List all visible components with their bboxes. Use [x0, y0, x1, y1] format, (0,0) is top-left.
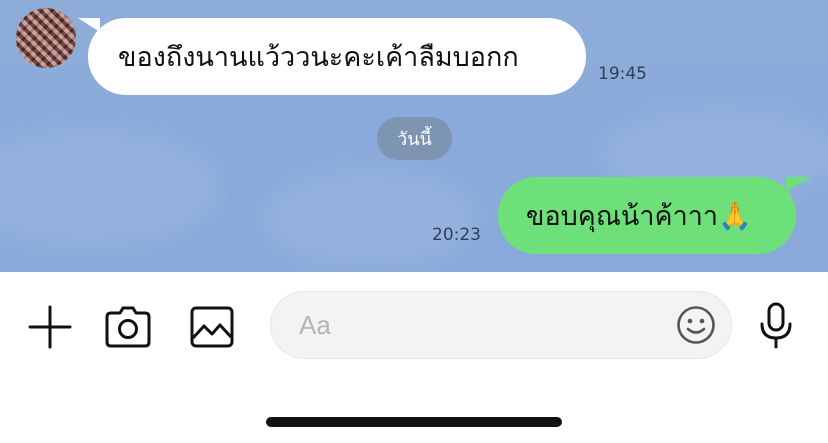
voice-button[interactable] [756, 301, 796, 351]
chat-area[interactable]: ของถึงนานแว้ววนะคะเค้าลืมบอกก 19:45 วันน… [0, 0, 828, 272]
incoming-message-time: 19:45 [598, 64, 647, 84]
home-indicator[interactable] [266, 417, 562, 427]
date-separator: วันนี้ [377, 117, 452, 160]
camera-icon [105, 306, 151, 348]
emoji-button[interactable] [676, 305, 716, 345]
image-icon [190, 306, 234, 348]
add-button[interactable] [26, 303, 74, 351]
message-input[interactable] [299, 292, 679, 358]
plus-icon [28, 305, 72, 349]
outgoing-message-text: ขอบคุณน้าค้าาา🙏 [526, 201, 752, 232]
cloud-decoration [260, 170, 480, 270]
smiley-icon [677, 306, 715, 344]
message-input-box[interactable] [270, 291, 732, 359]
date-separator-label: วันนี้ [397, 129, 432, 150]
contact-avatar[interactable] [16, 8, 76, 68]
incoming-message-text: ของถึงนานแว้ววนะคะเค้าลืมบอกก [118, 42, 519, 73]
outgoing-message-bubble[interactable]: ขอบคุณน้าค้าาา🙏 [498, 177, 796, 254]
cloud-decoration [0, 130, 220, 250]
incoming-message-bubble[interactable]: ของถึงนานแว้ววนะคะเค้าลืมบอกก [88, 18, 586, 95]
microphone-icon [760, 302, 792, 349]
outgoing-bubble-tail [786, 177, 812, 191]
camera-button[interactable] [104, 303, 152, 351]
outgoing-message-time: 20:23 [432, 225, 481, 245]
gallery-button[interactable] [188, 303, 236, 351]
